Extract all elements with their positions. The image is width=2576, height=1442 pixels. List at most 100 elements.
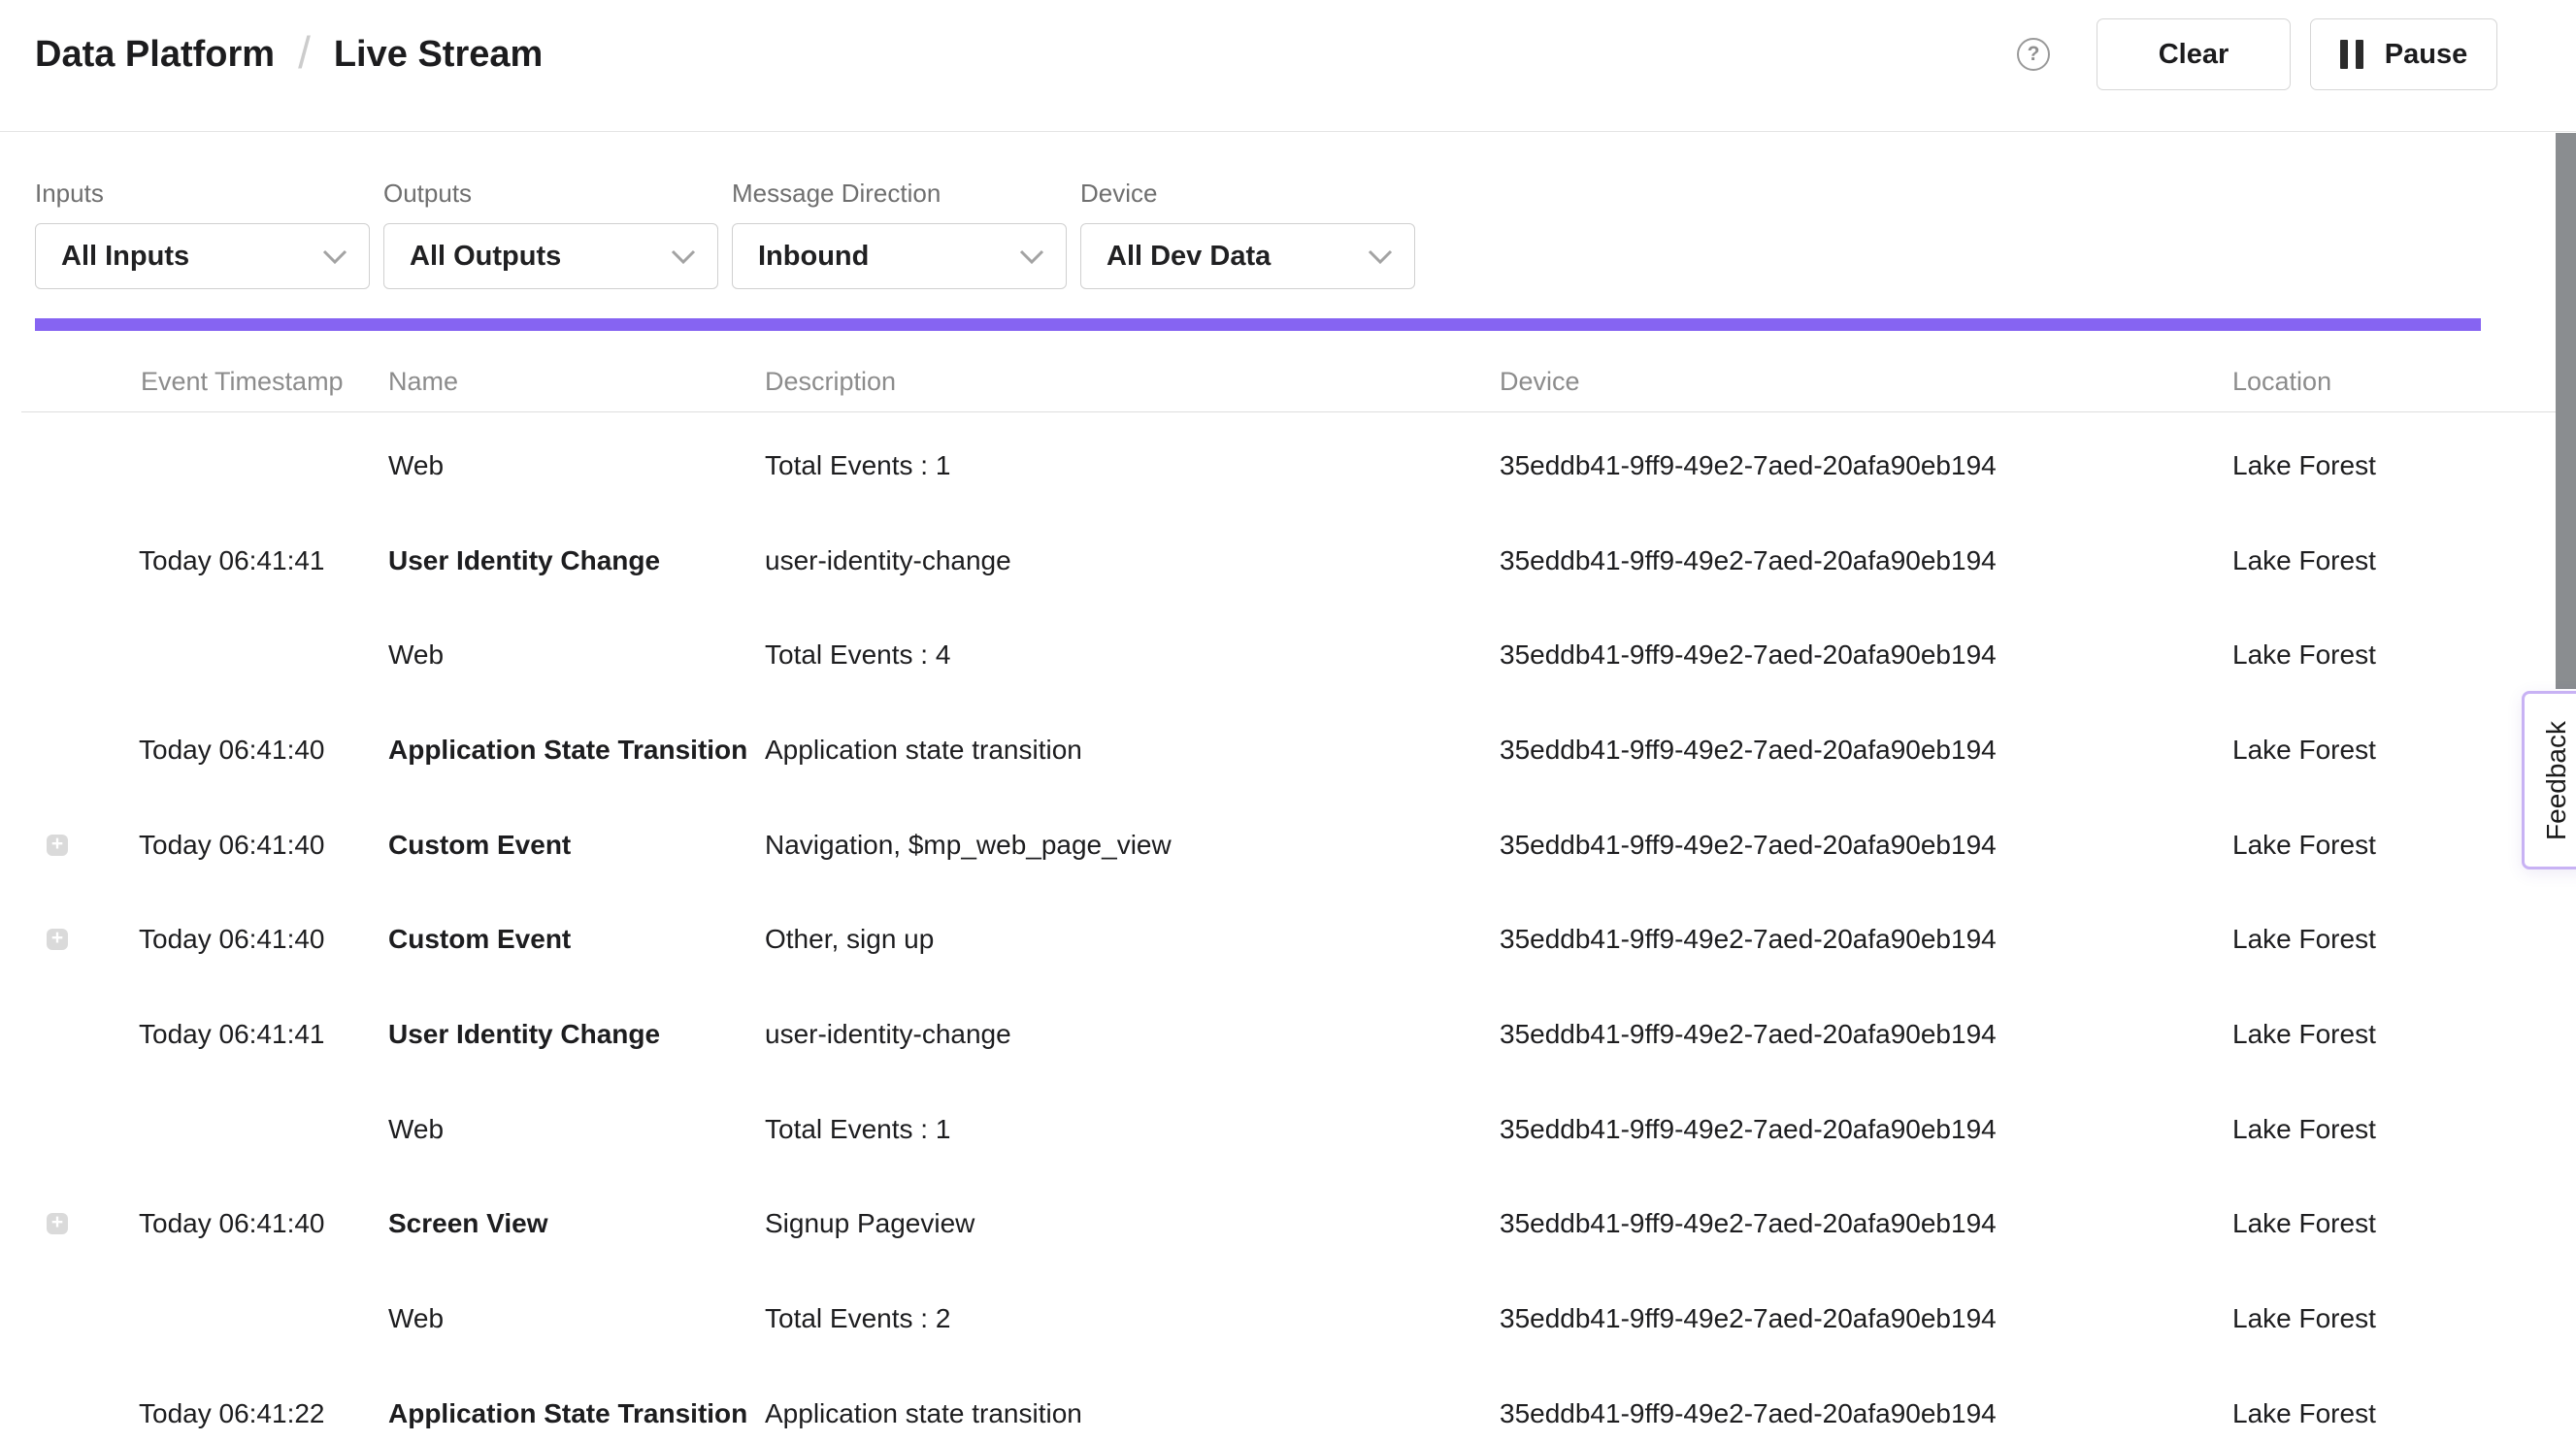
event-name-cell: User Identity Change bbox=[388, 513, 660, 608]
pause-button[interactable]: Pause bbox=[2310, 18, 2497, 90]
event-name-cell: Custom Event bbox=[388, 798, 571, 893]
filter-device-label: Device bbox=[1080, 179, 1415, 209]
table-row[interactable]: + Today 06:41:40 Custom Event Other, sig… bbox=[0, 892, 2576, 987]
column-header-name: Name bbox=[388, 367, 458, 396]
event-location-cell: Lake Forest bbox=[2232, 892, 2376, 987]
event-description-cell: user-identity-change bbox=[765, 513, 1011, 608]
event-description-cell: Application state transition bbox=[765, 703, 1082, 798]
feedback-tab-label: Feedback bbox=[2541, 721, 2572, 840]
event-timestamp-cell: Today 06:41:40 bbox=[139, 703, 325, 798]
event-location-cell: Lake Forest bbox=[2232, 513, 2376, 608]
event-timestamp-cell: Today 06:41:41 bbox=[139, 513, 325, 608]
filters-bar: Inputs All Inputs Outputs All Outputs Me… bbox=[35, 179, 1429, 289]
column-header-event-timestamp: Event Timestamp bbox=[141, 367, 344, 396]
event-device-cell: 35eddb41-9ff9-49e2-7aed-20afa90eb194 bbox=[1500, 607, 1997, 703]
breadcrumb-section[interactable]: Data Platform bbox=[35, 34, 275, 76]
event-name-cell: Screen View bbox=[388, 1177, 547, 1272]
app-header: Data Platform / Live Stream ? Clear Paus… bbox=[0, 0, 2576, 132]
event-location-cell: Lake Forest bbox=[2232, 1177, 2376, 1272]
event-device-cell: 35eddb41-9ff9-49e2-7aed-20afa90eb194 bbox=[1500, 418, 1997, 513]
event-description-cell: user-identity-change bbox=[765, 987, 1011, 1082]
event-name-cell: Application State Transition bbox=[388, 1366, 747, 1442]
chevron-down-icon bbox=[1019, 249, 1044, 264]
filter-inputs-label: Inputs bbox=[35, 179, 370, 209]
event-device-cell: 35eddb41-9ff9-49e2-7aed-20afa90eb194 bbox=[1500, 892, 1997, 987]
scrollbar-thumb[interactable] bbox=[2556, 133, 2576, 689]
event-device-cell: 35eddb41-9ff9-49e2-7aed-20afa90eb194 bbox=[1500, 1082, 1997, 1177]
table-row[interactable]: + Web Total Events : 4 35eddb41-9ff9-49e… bbox=[0, 607, 2576, 703]
event-description-cell: Signup Pageview bbox=[765, 1177, 974, 1272]
event-description-cell: Navigation, $mp_web_page_view bbox=[765, 798, 1172, 893]
filter-outputs-label: Outputs bbox=[383, 179, 718, 209]
event-timestamp-cell: Today 06:41:40 bbox=[139, 1177, 325, 1272]
event-description-cell: Total Events : 4 bbox=[765, 607, 950, 703]
event-device-cell: 35eddb41-9ff9-49e2-7aed-20afa90eb194 bbox=[1500, 1366, 1997, 1442]
clear-button[interactable]: Clear bbox=[2097, 18, 2291, 90]
pause-icon bbox=[2340, 40, 2363, 69]
header-actions: ? Clear Pause bbox=[2017, 18, 2497, 90]
table-row[interactable]: + Today 06:41:41 User Identity Change us… bbox=[0, 513, 2576, 608]
filter-inputs: Inputs All Inputs bbox=[35, 179, 370, 289]
table-row[interactable]: + Web Total Events : 1 35eddb41-9ff9-49e… bbox=[0, 1082, 2576, 1177]
chevron-down-icon bbox=[671, 249, 696, 264]
table-body: + Web Total Events : 1 35eddb41-9ff9-49e… bbox=[0, 418, 2576, 1442]
event-description-cell: Other, sign up bbox=[765, 892, 934, 987]
feedback-tab[interactable]: Feedback bbox=[2522, 691, 2576, 869]
table-row[interactable]: + Web Total Events : 1 35eddb41-9ff9-49e… bbox=[0, 418, 2576, 513]
table-row[interactable]: + Today 06:41:22 Application State Trans… bbox=[0, 1366, 2576, 1442]
table-header-divider bbox=[21, 411, 2556, 412]
device-dropdown-value: All Dev Data bbox=[1106, 241, 1271, 273]
event-name-cell: Web bbox=[388, 418, 444, 513]
message-direction-dropdown[interactable]: Inbound bbox=[732, 223, 1067, 289]
event-timestamp-cell: Today 06:41:40 bbox=[139, 892, 325, 987]
event-location-cell: Lake Forest bbox=[2232, 418, 2376, 513]
event-device-cell: 35eddb41-9ff9-49e2-7aed-20afa90eb194 bbox=[1500, 987, 1997, 1082]
outputs-dropdown-value: All Outputs bbox=[410, 241, 561, 273]
event-timestamp-cell: Today 06:41:40 bbox=[139, 798, 325, 893]
event-name-cell: Application State Transition bbox=[388, 703, 747, 798]
event-device-cell: 35eddb41-9ff9-49e2-7aed-20afa90eb194 bbox=[1500, 798, 1997, 893]
event-device-cell: 35eddb41-9ff9-49e2-7aed-20afa90eb194 bbox=[1500, 1177, 1997, 1272]
filter-outputs: Outputs All Outputs bbox=[383, 179, 718, 289]
pause-button-label: Pause bbox=[2385, 39, 2467, 71]
live-stream-page: Data Platform / Live Stream ? Clear Paus… bbox=[0, 0, 2576, 1442]
event-description-cell: Total Events : 1 bbox=[765, 418, 950, 513]
inputs-dropdown-value: All Inputs bbox=[61, 241, 189, 273]
inputs-dropdown[interactable]: All Inputs bbox=[35, 223, 370, 289]
filter-device: Device All Dev Data bbox=[1080, 179, 1415, 289]
table-row[interactable]: + Web Total Events : 2 35eddb41-9ff9-49e… bbox=[0, 1271, 2576, 1366]
event-name-cell: Custom Event bbox=[388, 892, 571, 987]
breadcrumb-separator: / bbox=[298, 26, 311, 79]
event-device-cell: 35eddb41-9ff9-49e2-7aed-20afa90eb194 bbox=[1500, 513, 1997, 608]
breadcrumb: Data Platform / Live Stream bbox=[35, 28, 543, 81]
table-row[interactable]: + Today 06:41:40 Screen View Signup Page… bbox=[0, 1177, 2576, 1272]
help-icon[interactable]: ? bbox=[2017, 38, 2050, 71]
event-name-cell: Web bbox=[388, 1082, 444, 1177]
message-direction-dropdown-value: Inbound bbox=[758, 241, 869, 273]
breadcrumb-page: Live Stream bbox=[334, 34, 543, 76]
event-device-cell: 35eddb41-9ff9-49e2-7aed-20afa90eb194 bbox=[1500, 1271, 1997, 1366]
event-location-cell: Lake Forest bbox=[2232, 798, 2376, 893]
table-row[interactable]: + Today 06:41:40 Application State Trans… bbox=[0, 703, 2576, 798]
column-header-location: Location bbox=[2232, 367, 2331, 396]
event-timestamp-cell: Today 06:41:22 bbox=[139, 1366, 325, 1442]
event-location-cell: Lake Forest bbox=[2232, 703, 2376, 798]
event-device-cell: 35eddb41-9ff9-49e2-7aed-20afa90eb194 bbox=[1500, 703, 1997, 798]
outputs-dropdown[interactable]: All Outputs bbox=[383, 223, 718, 289]
event-location-cell: Lake Forest bbox=[2232, 1082, 2376, 1177]
table-row[interactable]: + Today 06:41:40 Custom Event Navigation… bbox=[0, 798, 2576, 893]
table-row[interactable]: + Today 06:41:41 User Identity Change us… bbox=[0, 987, 2576, 1082]
device-dropdown[interactable]: All Dev Data bbox=[1080, 223, 1415, 289]
plus-icon[interactable]: + bbox=[47, 1213, 68, 1234]
filter-message-direction: Message Direction Inbound bbox=[732, 179, 1067, 289]
chevron-down-icon bbox=[322, 249, 347, 264]
plus-icon[interactable]: + bbox=[47, 835, 68, 856]
plus-icon[interactable]: + bbox=[47, 929, 68, 950]
event-description-cell: Application state transition bbox=[765, 1366, 1082, 1442]
filter-message-direction-label: Message Direction bbox=[732, 179, 1067, 209]
event-name-cell: User Identity Change bbox=[388, 987, 660, 1082]
column-header-description: Description bbox=[765, 367, 896, 396]
event-timestamp-cell: Today 06:41:41 bbox=[139, 987, 325, 1082]
event-description-cell: Total Events : 1 bbox=[765, 1082, 950, 1177]
column-header-device: Device bbox=[1500, 367, 1580, 396]
